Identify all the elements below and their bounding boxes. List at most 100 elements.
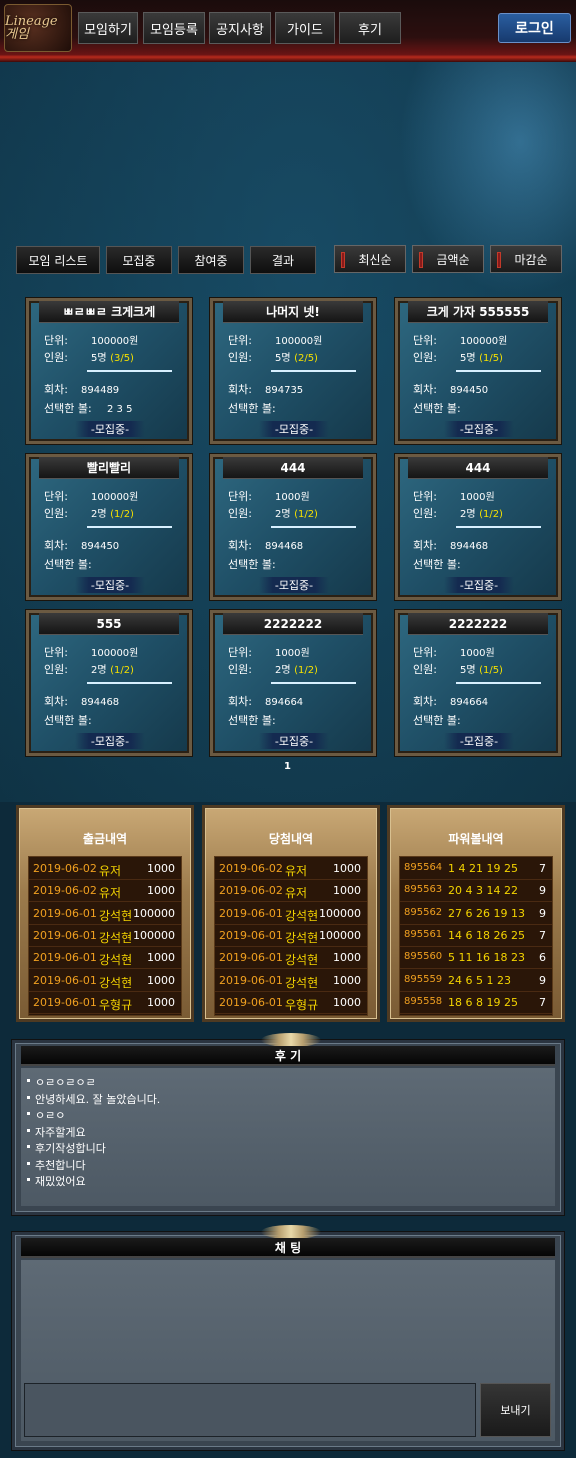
unit-label: 단위: (413, 646, 437, 659)
log-numbers: 14 6 18 26 25 (448, 928, 525, 942)
round-label: 회차: (413, 383, 437, 396)
members-value: 5명 (460, 665, 476, 676)
log-amount: 1000 (147, 973, 175, 987)
status-badge[interactable]: -모집중- (75, 421, 145, 437)
log-date: 2019-06-02 (33, 862, 97, 875)
list-item: 895561 14 6 18 26 25 7 (400, 925, 552, 947)
status-badge[interactable]: -모집중- (444, 421, 514, 437)
log-round: 895560 (404, 951, 443, 963)
log-powerball: 7 (539, 995, 546, 1009)
nav-notice[interactable]: 공지사항 (209, 12, 271, 44)
page-number[interactable]: 1 (284, 761, 291, 772)
powerball-panel: 파워볼내역 895564 1 4 21 19 25 7 895563 20 4 3 14… (387, 805, 565, 1022)
card-unit-row: 단위: 1000원 (413, 488, 495, 504)
review-item[interactable]: 자주할게요 (27, 1124, 86, 1140)
log-date: 2019-06-01 (219, 906, 283, 920)
log-powerball: 7 (539, 862, 546, 875)
status-badge[interactable]: -모집중- (444, 733, 514, 749)
review-item[interactable]: 후기작성합니다 (27, 1140, 106, 1156)
unit-label: 단위: (413, 334, 437, 347)
site-logo[interactable]: Lineage 게임 (4, 4, 72, 52)
log-date: 2019-06-01 (219, 973, 283, 987)
log-date: 2019-06-01 (33, 906, 97, 920)
round-value: 894450 (450, 385, 489, 396)
nav-join[interactable]: 모임하기 (78, 12, 138, 44)
log-numbers: 24 6 5 1 23 (448, 973, 511, 987)
meeting-card[interactable]: 444 단위: 1000원 인원: 2명 (1/2) 회차: 894468 선택한 볼: -모집… (210, 454, 376, 600)
card-members-row: 인원: 5명 (1/5) (413, 661, 503, 677)
meeting-card[interactable]: 444 단위: 1000원 인원: 2명 (1/2) 회차: 894468 선택한 볼: -모집… (395, 454, 561, 600)
tab-results[interactable]: 결과 (250, 246, 316, 274)
unit-value: 100000원 (91, 648, 139, 659)
picked-label: 선택한 볼: (44, 714, 92, 727)
review-item[interactable]: ㅇㄹㅇ (26, 1107, 65, 1123)
status-badge[interactable]: -모집중- (444, 577, 514, 593)
tab-recruiting[interactable]: 모집중 (106, 246, 172, 274)
send-button[interactable]: 보내기 (480, 1383, 551, 1437)
status-badge[interactable]: -모집중- (259, 733, 329, 749)
nav-reviews[interactable]: 후기 (339, 12, 401, 44)
status-badge[interactable]: -모집중- (75, 577, 145, 593)
nav-register[interactable]: 모임등록 (143, 12, 205, 44)
card-title: 555 (39, 613, 179, 635)
ornament-icon (261, 1033, 321, 1047)
members-value: 5명 (460, 353, 476, 364)
card-unit-row: 단위: 100000원 (44, 644, 138, 660)
log-date: 2019-06-01 (33, 928, 97, 942)
members-count: (1/5) (479, 665, 503, 676)
log-numbers: 27 6 26 19 13 (448, 906, 525, 920)
meeting-card[interactable]: ㅃㄹㅃㄹ 크게크게 단위: 100000원 인원: 5명 (3/5) 회차: 894489 선… (26, 298, 192, 444)
card-title: 나머지 넷! (223, 301, 363, 323)
chat-input[interactable] (24, 1383, 476, 1437)
card-title: 크게 가자 555555 (408, 301, 548, 323)
round-value: 894664 (265, 697, 304, 708)
review-item[interactable]: 재밌었어요 (27, 1173, 86, 1189)
log-user: 강석현 (285, 908, 319, 923)
members-label: 인원: (228, 507, 252, 520)
review-item[interactable]: 추천합니다 (27, 1157, 86, 1173)
members-count: (2/5) (294, 353, 318, 364)
sort-latest-button[interactable]: 최신순 (334, 245, 406, 273)
members-value: 5명 (275, 353, 291, 364)
card-round-row: 회차: 894664 (413, 693, 488, 709)
picked-label: 선택한 볼: (413, 558, 461, 571)
round-label: 회차: (228, 539, 252, 552)
meeting-card[interactable]: 2222222 단위: 1000원 인원: 5명 (1/5) 회차: 894664 선택한 볼… (395, 610, 561, 756)
card-divider (271, 682, 356, 684)
card-picked-row: 선택한 볼: (228, 712, 291, 728)
list-item: 2019-06-01 우형규 1000 (215, 992, 367, 1014)
log-user: 우형규 (99, 997, 133, 1012)
meeting-card[interactable]: 크게 가자 555555 단위: 100000원 인원: 5명 (1/5) 회차: 8944… (395, 298, 561, 444)
status-badge[interactable]: -모집중- (75, 733, 145, 749)
unit-label: 단위: (44, 334, 68, 347)
meeting-card[interactable]: 빨리빨리 단위: 100000원 인원: 2명 (1/2) 회차: 894450 선택한 볼:… (26, 454, 192, 600)
meeting-card[interactable]: 나머지 넷! 단위: 100000원 인원: 5명 (2/5) 회차: 894735 선택한 … (210, 298, 376, 444)
tab-meeting-list[interactable]: 모임 리스트 (16, 246, 100, 274)
log-amount: 1000 (333, 884, 361, 898)
log-date: 2019-06-01 (219, 928, 283, 942)
round-label: 회차: (228, 695, 252, 708)
meeting-card[interactable]: 555 단위: 100000원 인원: 2명 (1/2) 회차: 894468 선택한 볼: -… (26, 610, 192, 756)
tab-participating[interactable]: 참여중 (178, 246, 244, 274)
list-item: 2019-06-02 유저 1000 (29, 858, 181, 880)
card-members-row: 인원: 5명 (2/5) (228, 349, 318, 365)
nav-guide[interactable]: 가이드 (275, 12, 335, 44)
card-divider (456, 370, 541, 372)
login-button[interactable]: 로그인 (498, 13, 571, 43)
sort-amount-button[interactable]: 금액순 (412, 245, 484, 273)
status-badge[interactable]: -모집중- (259, 421, 329, 437)
members-count: (1/2) (110, 665, 134, 676)
list-item: 895560 5 11 16 18 23 6 (400, 947, 552, 970)
meeting-card[interactable]: 2222222 단위: 1000원 인원: 2명 (1/2) 회차: 894664 선택한 볼… (210, 610, 376, 756)
card-round-row: 회차: 894468 (44, 693, 119, 709)
powerball-list: 895564 1 4 21 19 25 7 895563 20 4 3 14 22 9 89… (399, 856, 553, 1016)
review-item[interactable]: 안녕하세요. 잘 놀았습니다. (26, 1091, 160, 1107)
members-value: 2명 (91, 665, 107, 676)
log-date: 2019-06-02 (219, 862, 283, 875)
sort-deadline-button[interactable]: 마감순 (490, 245, 562, 273)
review-item[interactable]: ㅇㄹㅇㄹㅇㄹ (27, 1074, 96, 1090)
status-badge[interactable]: -모집중- (259, 577, 329, 593)
card-members-row: 인원: 2명 (1/2) (44, 505, 134, 521)
card-divider (87, 370, 172, 372)
log-amount: 100000 (319, 906, 361, 920)
